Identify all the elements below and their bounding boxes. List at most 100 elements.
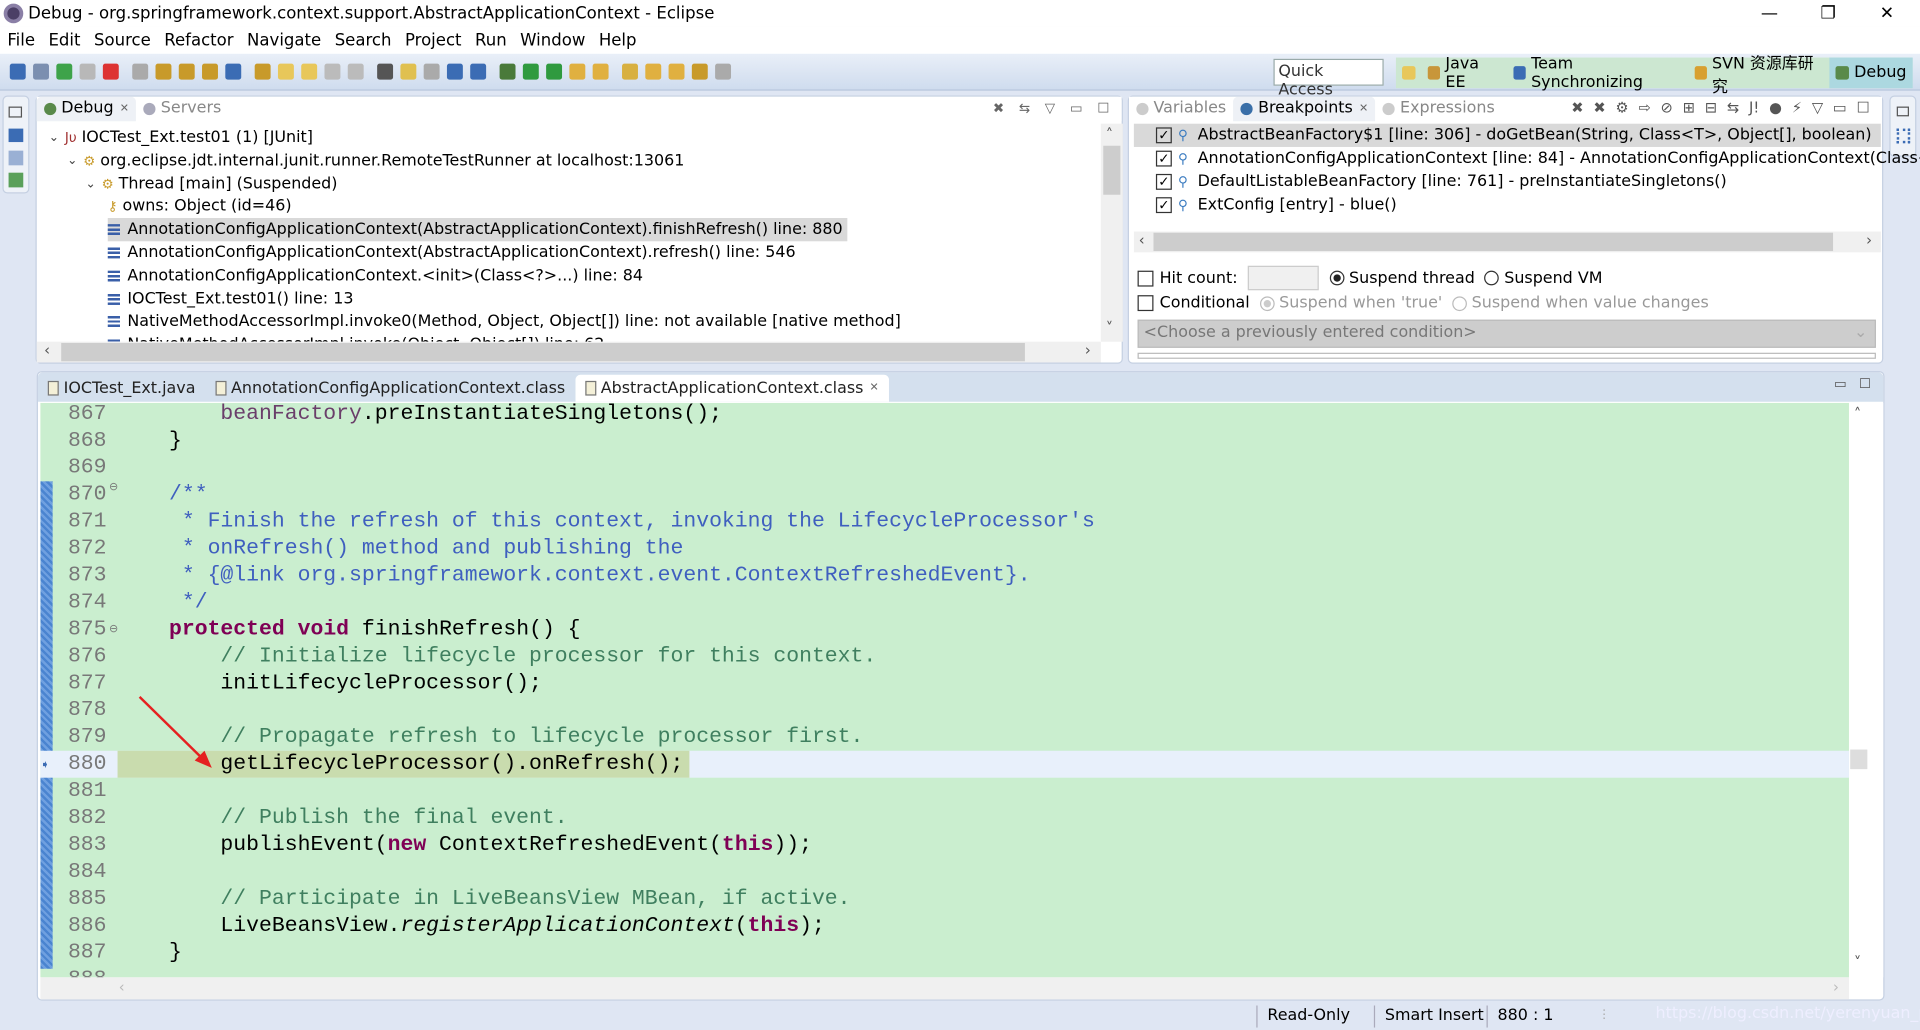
- add-java-exception-breakpoint-icon[interactable]: J!: [1749, 99, 1759, 116]
- breakpoint-groups-icon[interactable]: ●: [1769, 99, 1782, 116]
- link-with-editor-icon[interactable]: ⇆: [1019, 100, 1030, 116]
- use-step-filters-icon[interactable]: [254, 63, 271, 80]
- suspend-vm-radio[interactable]: [1484, 270, 1500, 286]
- editor-tab-ioctest_ext-java[interactable]: IOCTest_Ext.java: [38, 375, 205, 402]
- outline-icon[interactable]: [1896, 128, 1911, 144]
- open-type-icon[interactable]: [377, 63, 394, 80]
- hit-count-checkbox[interactable]: [1137, 270, 1154, 286]
- debug-tree-item[interactable]: NativeMethodAccessorImpl.invoke0(Method,…: [107, 310, 901, 333]
- display-icon[interactable]: [9, 63, 26, 80]
- menu-run[interactable]: Run: [475, 31, 507, 51]
- suspend-when-true-radio[interactable]: [1259, 295, 1275, 311]
- debug-tree-item[interactable]: AnnotationConfigApplicationContext(Abstr…: [107, 241, 796, 264]
- debug-tree-item[interactable]: NativeMethodAccessorImpl.invoke(Object, …: [107, 333, 604, 342]
- minimize-view-icon[interactable]: ▭: [1833, 99, 1847, 116]
- view-menu-icon[interactable]: ▽: [1812, 99, 1823, 116]
- remove-terminated-icon[interactable]: ✖: [993, 100, 1004, 116]
- breakpoints-horizontal-scrollbar[interactable]: ‹ ›: [1133, 231, 1881, 253]
- chevron-down-icon[interactable]: ⌄: [65, 149, 80, 172]
- working-sets-icon[interactable]: ⚡: [1792, 99, 1802, 116]
- toggle-breadcrumb-icon[interactable]: [423, 63, 440, 80]
- breakpoint-enabled-checkbox[interactable]: ✓: [1155, 150, 1172, 167]
- skip-breakpoints-icon[interactable]: [33, 63, 49, 80]
- debug-tree-item[interactable]: ⚷ owns: Object (id=46): [108, 195, 292, 218]
- close-tab-icon[interactable]: ✕: [120, 97, 129, 121]
- breakpoint-enabled-checkbox[interactable]: ✓: [1155, 197, 1172, 214]
- perspective-team[interactable]: Team Synchronizing: [1507, 55, 1688, 91]
- save-icon[interactable]: [324, 63, 341, 80]
- menu-edit[interactable]: Edit: [48, 31, 80, 51]
- debug-tree-item[interactable]: AnnotationConfigApplicationContext(Abstr…: [107, 218, 848, 242]
- code-vertical-scrollbar[interactable]: ˄ ˅: [1848, 402, 1884, 978]
- console-icon[interactable]: [8, 128, 24, 143]
- remove-breakpoint-icon[interactable]: ✖: [1571, 99, 1583, 116]
- code-editor[interactable]: ➧ ⊖ ⊖ 867 beanFactory.preInstantiateSing…: [40, 402, 1849, 978]
- suspend-when-changes-radio[interactable]: [1452, 295, 1467, 311]
- tab-variables[interactable]: Variables: [1129, 97, 1234, 121]
- quick-access-input[interactable]: Quick Access: [1273, 58, 1384, 99]
- editor-tab-annotationconfigapplicationcontext-class[interactable]: AnnotationConfigApplicationContext.class: [205, 375, 575, 402]
- menu-window[interactable]: Window: [520, 31, 585, 51]
- new-java-project-icon[interactable]: [277, 63, 294, 80]
- debug-horizontal-scrollbar[interactable]: ‹ ›: [36, 341, 1101, 363]
- menu-project[interactable]: Project: [405, 31, 462, 51]
- resume-icon[interactable]: [56, 63, 73, 80]
- tab-debug[interactable]: Debug ✕: [36, 96, 137, 122]
- debug-tree-item[interactable]: ⌄ ⚙ Thread [main] (Suspended): [83, 172, 337, 195]
- menu-navigate[interactable]: Navigate: [247, 31, 321, 51]
- menu-refactor[interactable]: Refactor: [164, 31, 233, 51]
- debug-tree-item[interactable]: ⌄ Jυ IOCTest_Ext.test01 (1) [JUnit]: [47, 126, 313, 149]
- back-icon[interactable]: [691, 63, 708, 80]
- debug-tree-item[interactable]: ⌄ ⚙ org.eclipse.jdt.internal.junit.runner.…: [65, 149, 684, 172]
- debug-tree-item[interactable]: AnnotationConfigApplicationContext.<init…: [107, 264, 643, 287]
- forward-icon[interactable]: [715, 63, 732, 80]
- tab-servers[interactable]: Servers: [136, 97, 228, 121]
- step-into-icon[interactable]: [155, 63, 172, 80]
- code-horizontal-scrollbar[interactable]: ‹ ›: [40, 977, 1849, 1000]
- show-whitespace-icon[interactable]: [470, 63, 487, 80]
- close-button[interactable]: ✕: [1859, 0, 1915, 27]
- condition-history-dropdown[interactable]: <Choose a previously entered condition> …: [1137, 319, 1876, 348]
- collapse-all-icon[interactable]: ⊟: [1705, 99, 1717, 116]
- minimize-button[interactable]: —: [1741, 0, 1797, 27]
- minimize-view-icon[interactable]: ▭: [1070, 100, 1083, 116]
- restore-icon[interactable]: [1896, 106, 1909, 117]
- go-to-file-icon[interactable]: ⇨: [1638, 99, 1650, 116]
- maximize-editor-icon[interactable]: ☐: [1859, 376, 1871, 392]
- link-with-debug-view-icon[interactable]: ⇆: [1727, 99, 1739, 116]
- tab-breakpoints[interactable]: Breakpoints ✕: [1233, 96, 1376, 122]
- breakpoint-item[interactable]: ✓ ⚲ AbstractBeanFactory$1 [line: 306] - do…: [1133, 123, 1881, 147]
- perspective-debug[interactable]: Debug: [1829, 57, 1913, 89]
- maximize-view-icon[interactable]: ☐: [1857, 99, 1870, 116]
- breakpoint-item[interactable]: ✓ ⚲ ExtConfig [entry] - blue(): [1155, 194, 1397, 217]
- skip-all-breakpoints-icon[interactable]: ⊘: [1661, 99, 1673, 116]
- suspend-thread-radio[interactable]: [1329, 270, 1345, 286]
- breakpoint-item[interactable]: ✓ ⚲ AnnotationConfigApplicationContext [li…: [1155, 147, 1920, 170]
- remove-all-breakpoints-icon[interactable]: ✖: [1593, 99, 1605, 116]
- run-icon[interactable]: [522, 63, 539, 80]
- close-tab-icon[interactable]: ✕: [870, 382, 879, 394]
- suspend-icon[interactable]: [79, 63, 96, 80]
- chevron-down-icon[interactable]: ⌄: [47, 126, 62, 149]
- block-selection-icon[interactable]: [446, 63, 463, 80]
- view-menu-icon[interactable]: ▽: [1045, 100, 1055, 116]
- perspective-java[interactable]: Java EE: [1422, 55, 1508, 91]
- debug-vertical-scrollbar[interactable]: ˄ ˅: [1100, 123, 1123, 342]
- debug-tree-item[interactable]: IOCTest_Ext.test01() line: 13: [107, 287, 353, 310]
- menu-help[interactable]: Help: [599, 31, 637, 51]
- restore-icon[interactable]: [8, 106, 23, 118]
- external-tools-icon[interactable]: [546, 63, 563, 80]
- close-tab-icon[interactable]: ✕: [1359, 97, 1368, 121]
- open-folder-icon[interactable]: [569, 63, 586, 80]
- hit-count-input[interactable]: [1247, 265, 1319, 291]
- debug-icon[interactable]: [499, 63, 516, 80]
- restore-button[interactable]: ❐: [1800, 0, 1856, 27]
- drop-to-frame-icon[interactable]: [225, 63, 242, 80]
- next-annotation-icon[interactable]: [645, 63, 662, 80]
- pen-icon[interactable]: [622, 63, 638, 80]
- prev-annotation-icon[interactable]: [668, 63, 685, 80]
- menu-source[interactable]: Source: [94, 31, 151, 51]
- open-file-icon[interactable]: [592, 63, 609, 80]
- editor-tab-abstractapplicationcontext-class[interactable]: AbstractApplicationContext.class ✕: [575, 374, 889, 402]
- maximize-view-icon[interactable]: ☐: [1097, 100, 1109, 116]
